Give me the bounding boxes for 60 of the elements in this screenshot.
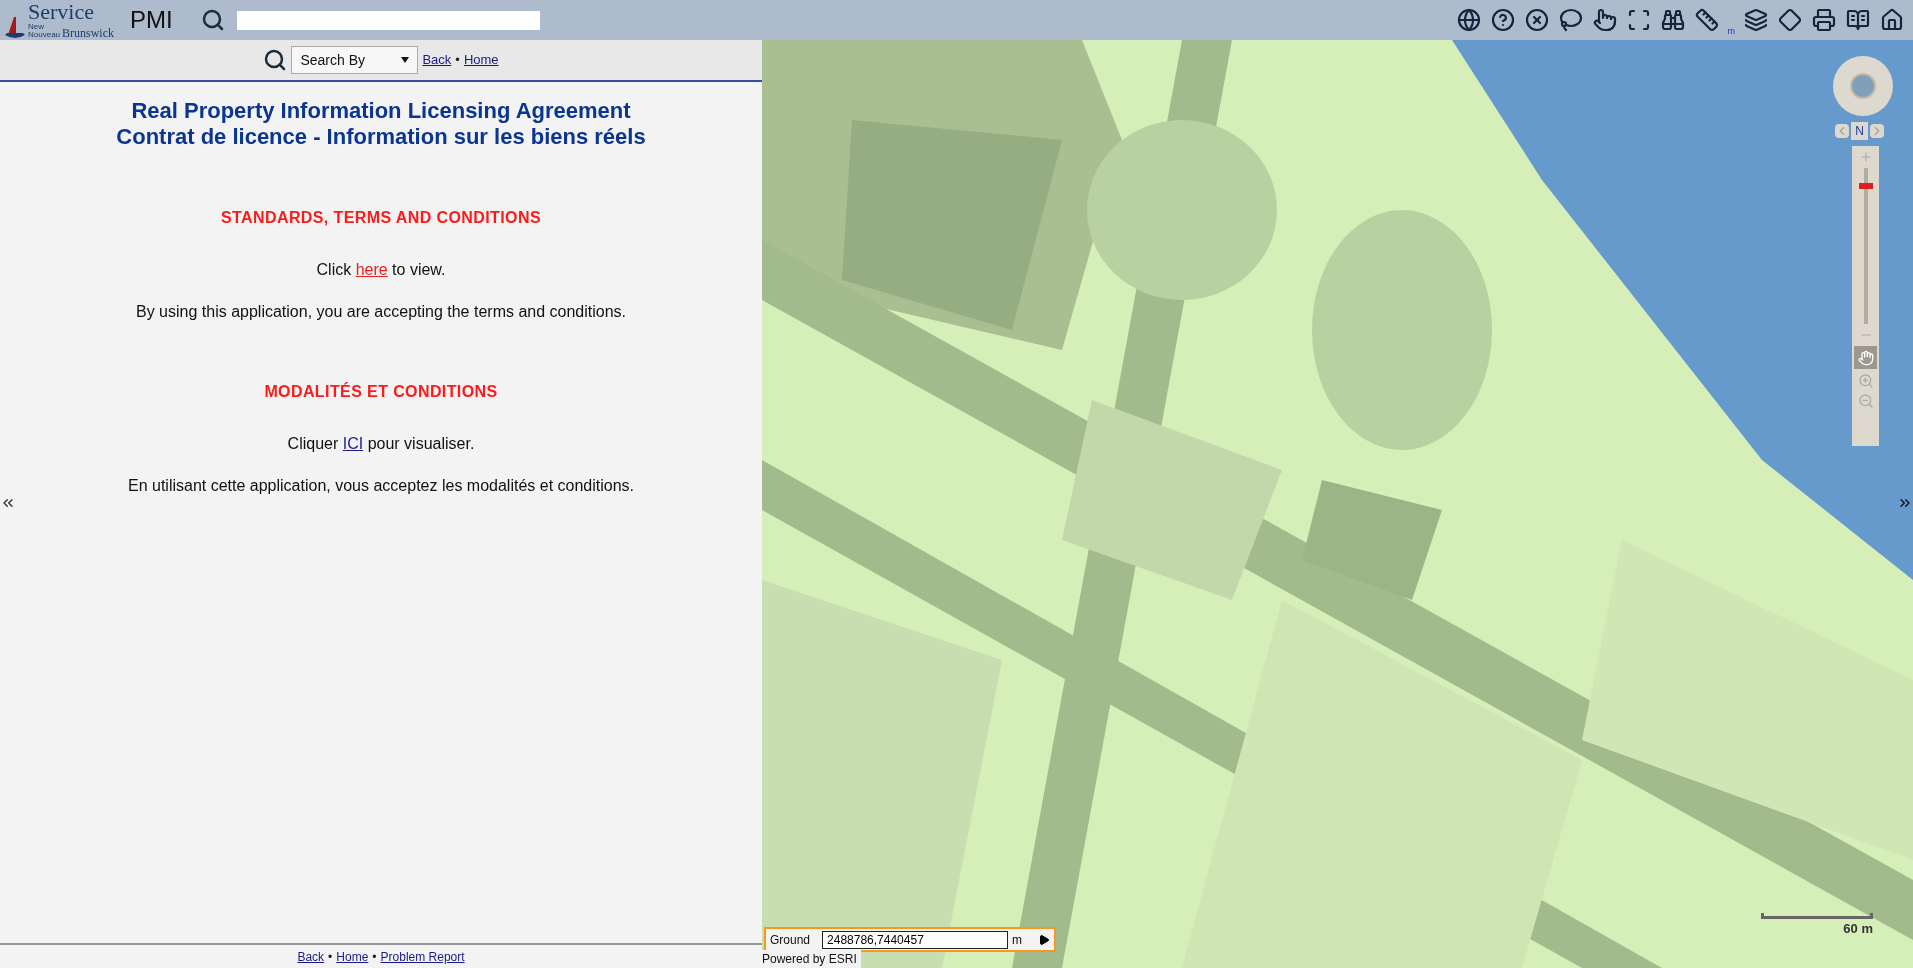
instruction-text: Cliquer ICI pour visualiser.	[287, 434, 475, 454]
close-icon	[1524, 8, 1549, 32]
app-name: PMI	[130, 5, 173, 35]
separator: •	[455, 51, 460, 70]
ship-icon	[4, 15, 26, 39]
agreement-title: Real Property Information Licensing Agreement	[131, 98, 631, 124]
book-icon	[1846, 8, 1870, 32]
pan-tool-button[interactable]	[1854, 346, 1877, 369]
binoculars-icon	[1660, 8, 1685, 32]
layers-icon	[1744, 8, 1768, 32]
search-icon	[263, 48, 288, 72]
instruction-text: Click here to view.	[316, 260, 446, 280]
layers-button[interactable]	[1742, 6, 1770, 34]
section-heading: STANDARDS, TERMS AND CONDITIONS	[221, 208, 541, 228]
footer-link[interactable]: Problem Report	[380, 947, 465, 966]
zoom-slider[interactable]	[1857, 168, 1874, 324]
help-icon	[1490, 8, 1515, 32]
frame-icon	[1626, 8, 1651, 32]
printer-button[interactable]	[1810, 6, 1838, 34]
map-view[interactable]: N 60 m Ground 2488786,7440457 m Powered by ESRI	[762, 40, 1913, 968]
credit-text: Powered by ESRI	[762, 950, 861, 968]
hand-icon	[1857, 349, 1874, 366]
section-heading: MODALITÉS ET CONDITIONS	[264, 381, 498, 402]
home-icon	[1880, 8, 1904, 32]
footer-link[interactable]: Back	[297, 947, 325, 966]
terms-link[interactable]: here	[355, 261, 388, 278]
north-indicator[interactable]: N	[1851, 122, 1868, 140]
search-button[interactable]	[200, 8, 225, 32]
caret-icon	[401, 57, 410, 63]
logo-text: Service	[28, 1, 95, 23]
coordinate-label: Ground	[770, 931, 811, 949]
acceptance-text: En utilisant cette application, vous acceptez les modalités et conditions.	[127, 476, 635, 496]
acceptance-text: By using this application, you are accepting the terms and conditions.	[135, 302, 627, 322]
nav-link[interactable]: Home	[463, 50, 499, 70]
diamond-icon	[1778, 8, 1802, 32]
logo-text: Nouveau	[28, 31, 61, 39]
logo-text: New	[28, 23, 45, 31]
coordinate-field[interactable]: 2488786,7440457	[822, 930, 1009, 949]
search-icon	[200, 8, 225, 32]
lasso-icon	[1558, 8, 1583, 32]
go-icon[interactable]	[1038, 933, 1051, 946]
pointer-icon	[1592, 8, 1617, 32]
toolbar-mark: m	[1727, 24, 1735, 38]
terms-link[interactable]: ICI	[342, 435, 364, 452]
scale-label: 60 m	[1843, 919, 1873, 938]
search-by-dropdown[interactable]: Search By	[291, 46, 419, 74]
footer-link[interactable]: Home	[336, 947, 369, 966]
nav-link[interactable]: Back	[422, 50, 452, 70]
separator: •	[372, 948, 377, 966]
zoom-thumb[interactable]	[1858, 183, 1873, 189]
logo-text: Brunswick	[62, 27, 115, 39]
unit-label: m	[1012, 931, 1023, 949]
globe-icon	[1456, 8, 1481, 32]
search-field[interactable]	[236, 10, 540, 30]
agreement-title: Contrat de licence - Information sur les biens réels	[116, 124, 646, 150]
globe-icon	[1850, 73, 1876, 99]
printer-icon	[1812, 8, 1836, 32]
ruler-icon	[1694, 8, 1719, 32]
separator: •	[328, 948, 333, 966]
diamond-button[interactable]	[1776, 6, 1804, 34]
